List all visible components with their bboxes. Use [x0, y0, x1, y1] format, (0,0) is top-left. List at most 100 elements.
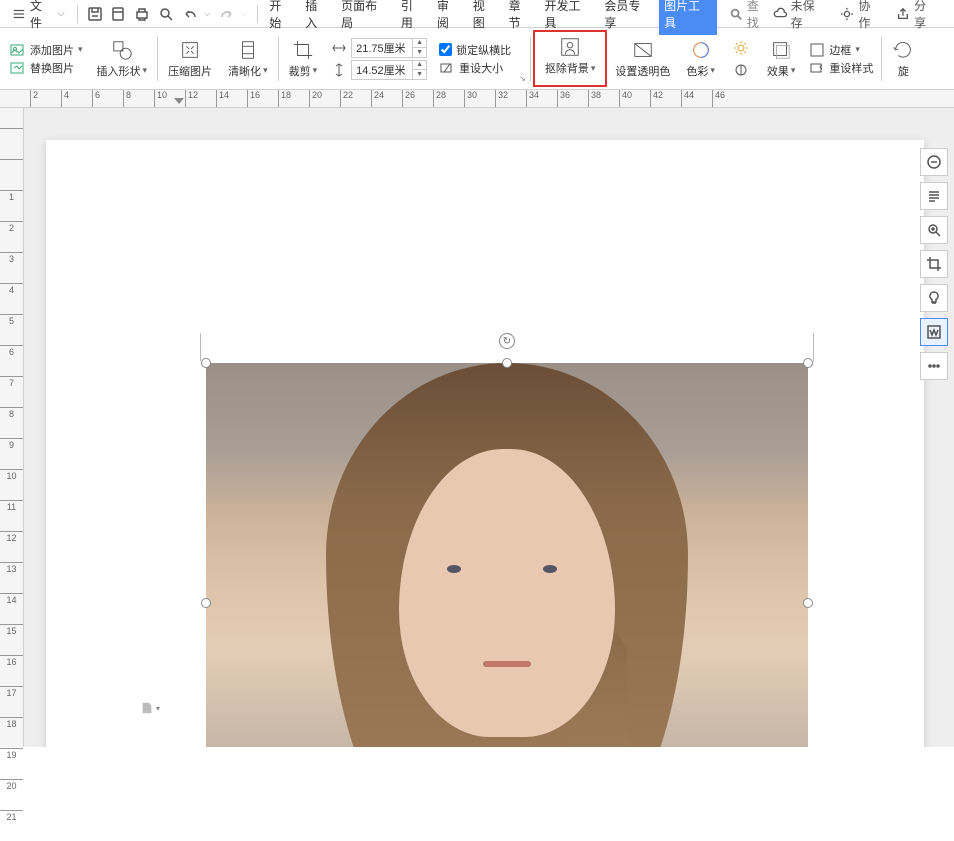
side-crop-button[interactable]: [920, 250, 948, 278]
sharpen-button[interactable]: 清晰化▾: [220, 30, 276, 87]
reset-style-button[interactable]: 重设样式: [809, 60, 873, 76]
rotate-button[interactable]: 旋: [884, 30, 922, 87]
height-spin-down[interactable]: ▼: [413, 70, 426, 79]
lock-ratio-checkbox[interactable]: 锁定纵横比: [439, 42, 511, 58]
collab-button[interactable]: 协作: [840, 0, 882, 31]
resize-handle-tm[interactable]: [502, 358, 512, 368]
ruler-tick: 14: [0, 593, 23, 624]
hamburger-icon: [12, 7, 26, 21]
save-button[interactable]: [84, 3, 106, 25]
remove-bg-icon: [559, 36, 581, 58]
width-input[interactable]: 21.75厘米 ▲▼: [351, 38, 427, 58]
side-collapse-button[interactable]: [920, 148, 948, 176]
resize-handle-rm[interactable]: [803, 598, 813, 608]
border-icon: [809, 42, 825, 58]
share-button[interactable]: 分享: [896, 0, 938, 31]
ruler-tick: 17: [0, 686, 23, 717]
width-spin-down[interactable]: ▼: [413, 48, 426, 57]
ruler-tick: 10: [0, 469, 23, 500]
side-panel: [920, 148, 948, 380]
sharpen-label: 清晰化: [228, 63, 261, 79]
page-indicator[interactable]: ▾: [140, 701, 160, 715]
ruler-tick: 2: [0, 221, 23, 252]
remove-background-button[interactable]: 抠除背景▾: [537, 34, 604, 78]
set-transparent-button[interactable]: 设置透明色: [607, 30, 678, 87]
height-input[interactable]: 14.52厘米 ▲▼: [351, 60, 427, 80]
lock-ratio-input[interactable]: [439, 43, 452, 56]
document-canvas[interactable]: ▾: [24, 108, 954, 747]
width-spin-up[interactable]: ▲: [413, 39, 426, 49]
reset-size-button[interactable]: 重设大小: [439, 60, 511, 76]
file-menu[interactable]: 文件 ⌵: [6, 0, 71, 33]
color-button[interactable]: 色彩▾: [678, 30, 723, 87]
height-icon: [331, 62, 347, 78]
ruler-tick: [0, 128, 23, 159]
horizontal-ruler[interactable]: 2468101214161820222426283032343638404244…: [0, 90, 954, 108]
side-bulb-button[interactable]: [920, 284, 948, 312]
ruler-tick: 46: [712, 90, 743, 107]
insert-shape-button[interactable]: 插入形状▾: [89, 30, 156, 87]
chevron-down-icon[interactable]: ⌵: [241, 9, 247, 19]
border-button[interactable]: 边框▾: [809, 42, 873, 58]
replace-image-label: 替换图片: [30, 60, 74, 76]
search-box[interactable]: 查找: [729, 0, 771, 31]
side-zoom-button[interactable]: [920, 216, 948, 244]
ruler-tick: 32: [495, 90, 526, 107]
separator: [257, 5, 258, 23]
ruler-tick: 38: [588, 90, 619, 107]
ruler-tick: 18: [0, 717, 23, 748]
undo-button[interactable]: [179, 3, 201, 25]
contrast-button[interactable]: [729, 60, 753, 80]
sharpen-icon: [237, 39, 259, 61]
ruler-tick: 20: [0, 779, 23, 810]
share-label: 分享: [914, 0, 938, 31]
print-preview-button[interactable]: [107, 3, 129, 25]
ruler-tick: 40: [619, 90, 650, 107]
rotate-icon: [892, 39, 914, 61]
lock-ratio-label: 锁定纵横比: [456, 42, 511, 58]
brightness-button[interactable]: [729, 38, 753, 58]
add-image-button[interactable]: 添加图片▾: [10, 42, 83, 58]
search-placeholder: 查找: [747, 0, 771, 31]
effects-button[interactable]: 效果▾: [759, 30, 804, 87]
replace-image-button[interactable]: 替换图片: [10, 60, 83, 76]
contrast-icon: [733, 62, 749, 78]
crop-button[interactable]: 裁剪▾: [281, 30, 326, 87]
ruler-tick: 28: [433, 90, 464, 107]
ruler-tick: 16: [247, 90, 278, 107]
resize-handle-lm[interactable]: [201, 598, 211, 608]
preview-button[interactable]: [155, 3, 177, 25]
indent-marker-icon[interactable]: [174, 98, 184, 104]
ruler-tick: 12: [0, 531, 23, 562]
side-more-button[interactable]: [920, 352, 948, 380]
ruler-tick: 22: [340, 90, 371, 107]
ruler-tick: 14: [216, 90, 247, 107]
side-word-button[interactable]: [920, 318, 948, 346]
height-spin-up[interactable]: ▲: [413, 61, 426, 71]
chevron-down-icon[interactable]: ⌵: [204, 9, 210, 19]
compress-image-button[interactable]: 压缩图片: [160, 30, 220, 87]
resize-handle-tl[interactable]: [201, 358, 211, 368]
image-content: [206, 363, 808, 747]
image-add-icon: [10, 42, 26, 58]
resize-handle-tr[interactable]: [803, 358, 813, 368]
vertical-ruler[interactable]: 123456789101112131415161718192021: [0, 108, 24, 747]
print-button[interactable]: [131, 3, 153, 25]
reset-size-label: 重设大小: [459, 60, 503, 76]
ruler-tick: 15: [0, 624, 23, 655]
unsaved-status[interactable]: 未保存: [773, 0, 827, 31]
remove-bg-label: 抠除背景: [545, 60, 589, 76]
side-layout-button[interactable]: [920, 182, 948, 210]
brightness-icon: [733, 40, 749, 56]
ruler-tick: 21: [0, 810, 23, 841]
selected-image[interactable]: [206, 363, 808, 747]
cloud-icon: [773, 7, 787, 21]
redo-button[interactable]: [216, 3, 238, 25]
ruler-tick: 36: [557, 90, 588, 107]
ribbon: 添加图片▾ 替换图片 插入形状▾ 压缩图片 清晰化▾ 裁剪▾ 21.75厘米 ▲…: [0, 28, 954, 90]
search-icon: [729, 7, 743, 21]
rotate-handle[interactable]: [499, 333, 515, 349]
ruler-tick: 4: [0, 283, 23, 314]
ruler-tick: [0, 159, 23, 190]
ruler-tick: 2: [30, 90, 61, 107]
